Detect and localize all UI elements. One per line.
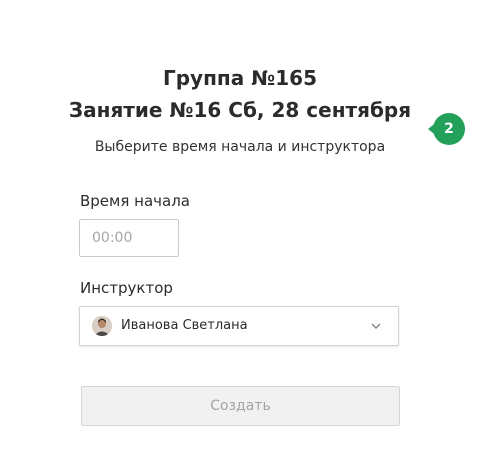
instructor-selected-value: Иванова Светлана xyxy=(121,318,248,333)
instructor-select[interactable]: Иванова Светлана xyxy=(79,306,399,346)
user-photo-icon xyxy=(92,316,112,336)
group-title: Группа №165 xyxy=(162,66,317,90)
avatar xyxy=(92,316,112,336)
start-time-input[interactable]: 00:00 xyxy=(79,219,179,257)
lesson-title: Занятие №16 Сб, 28 сентября xyxy=(68,98,412,122)
create-button[interactable]: Создать xyxy=(81,386,400,426)
start-time-label: Время начала xyxy=(80,192,190,210)
chevron-down-icon xyxy=(371,323,381,330)
page-subtitle: Выберите время начала и инструктора xyxy=(94,139,386,155)
instructor-label: Инструктор xyxy=(80,279,173,297)
